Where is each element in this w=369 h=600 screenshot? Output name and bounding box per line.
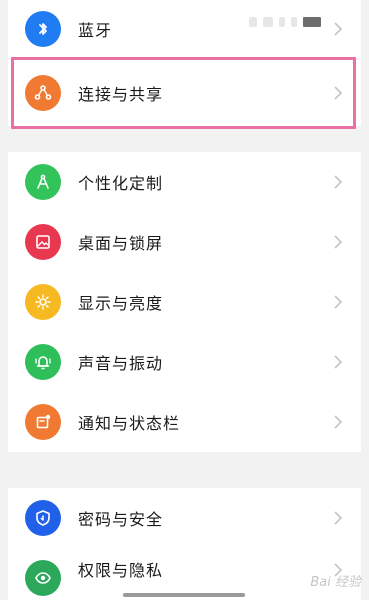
settings-item-desktop-lockscreen[interactable]: 桌面与锁屏 [8, 212, 361, 272]
chevron-right-icon [334, 22, 343, 36]
settings-item-label: 显示与亮度 [78, 294, 164, 313]
settings-item-sound-vibration[interactable]: 声音与振动 [8, 332, 361, 392]
chevron-right-icon [334, 355, 343, 369]
watermark-logo: Bai 经验 [310, 575, 361, 590]
display-brightness-icon [25, 284, 61, 320]
settings-item-display-brightness[interactable]: 显示与亮度 [8, 272, 361, 332]
bluetooth-status [249, 17, 321, 27]
notification-statusbar-icon [25, 404, 61, 440]
settings-screen: 蓝牙 连接与共享 个性化定制 桌面与锁屏 显示与亮度 声音与振动 通知与状态栏 … [0, 0, 369, 600]
settings-item-password-security[interactable]: 密码与安全 [8, 488, 361, 548]
password-security-icon [25, 500, 61, 536]
settings-item-notification-statusbar[interactable]: 通知与状态栏 [8, 392, 361, 452]
connection-share-icon [25, 75, 61, 111]
chevron-right-icon [334, 235, 343, 249]
settings-item-label: 个性化定制 [78, 174, 164, 193]
sound-vibration-icon [25, 344, 61, 380]
permission-privacy-icon [25, 560, 61, 596]
settings-item-label: 连接与共享 [78, 85, 164, 104]
chevron-right-icon [334, 175, 343, 189]
home-indicator[interactable] [123, 593, 245, 597]
settings-item-connection-share[interactable]: 连接与共享 [8, 60, 361, 126]
chevron-right-icon [334, 86, 343, 100]
chevron-right-icon [334, 295, 343, 309]
settings-item-label: 蓝牙 [78, 21, 113, 40]
settings-item-label: 声音与振动 [78, 354, 164, 373]
chevron-right-icon [334, 511, 343, 525]
settings-item-personalization[interactable]: 个性化定制 [8, 152, 361, 212]
settings-item-label: 密码与安全 [78, 510, 164, 529]
settings-item-bluetooth[interactable]: 蓝牙 [8, 0, 361, 58]
settings-item-label: 通知与状态栏 [78, 414, 181, 433]
chevron-right-icon [334, 415, 343, 429]
settings-item-label: 桌面与锁屏 [78, 234, 164, 253]
personalization-icon [25, 164, 61, 200]
bluetooth-icon [25, 11, 61, 47]
desktop-lockscreen-icon [25, 224, 61, 260]
settings-item-label: 权限与隐私 [78, 561, 164, 581]
